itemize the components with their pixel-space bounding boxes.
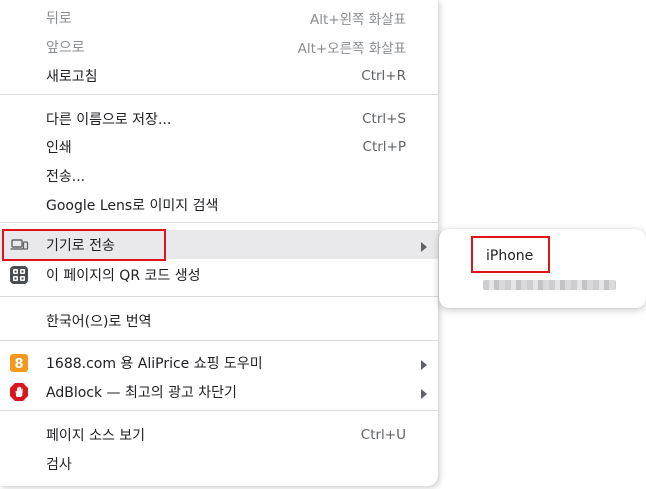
menu-item-label: 앞으로 <box>46 39 85 56</box>
menu-item-view-source[interactable]: 페이지 소스 보기 Ctrl+U <box>0 420 438 449</box>
menu-item-label: 1688.com 용 AliPrice 쇼핑 도우미 <box>46 355 263 372</box>
menu-item-reload[interactable]: 새로고침 Ctrl+R <box>0 61 438 90</box>
menu-item-adblock[interactable]: AdBlock — 최고의 광고 차단기 <box>0 377 438 406</box>
devices-icon <box>9 235 29 255</box>
menu-item-forward[interactable]: 앞으로 Alt+오른쪽 화살표 <box>0 32 438 61</box>
menu-item-label: 한국어(으)로 번역 <box>46 313 152 330</box>
menu-item-label: 새로고침 <box>46 68 98 85</box>
page: 뒤로 Alt+왼쪽 화살표 앞으로 Alt+오른쪽 화살표 새로고침 Ctrl+… <box>0 0 646 489</box>
menu-item-back[interactable]: 뒤로 Alt+왼쪽 화살표 <box>0 3 438 32</box>
menu-item-print[interactable]: 인쇄 Ctrl+P <box>0 132 438 161</box>
menu-item-shortcut: Ctrl+S <box>362 110 406 127</box>
menu-item-save-as[interactable]: 다른 이름으로 저장... Ctrl+S <box>0 104 438 133</box>
menu-item-aliprice[interactable]: 8 1688.com 용 AliPrice 쇼핑 도우미 <box>0 348 438 377</box>
context-menu: 뒤로 Alt+왼쪽 화살표 앞으로 Alt+오른쪽 화살표 새로고침 Ctrl+… <box>0 0 438 486</box>
menu-item-label: 뒤로 <box>46 10 72 27</box>
menu-item-shortcut: Alt+오른쪽 화살표 <box>297 40 406 57</box>
menu-item-label: Google Lens로 이미지 검색 <box>46 197 219 214</box>
menu-separator <box>0 410 438 411</box>
devices-submenu: iPhone <box>439 229 646 308</box>
submenu-arrow-icon <box>420 387 428 399</box>
aliprice-icon: 8 <box>9 353 29 373</box>
menu-item-label: 검사 <box>46 456 72 473</box>
menu-item-shortcut: Ctrl+P <box>362 138 406 155</box>
aliprice-icon-text: 8 <box>14 357 23 372</box>
qr-code-icon <box>9 265 29 285</box>
menu-item-label: 전송... <box>46 168 86 185</box>
menu-separator <box>0 222 438 223</box>
menu-item-label: 페이지 소스 보기 <box>46 427 146 444</box>
menu-item-shortcut: Alt+왼쪽 화살표 <box>310 11 406 28</box>
menu-item-send-to-devices[interactable]: 기기로 전송 <box>0 230 438 259</box>
menu-item-inspect[interactable]: 검사 <box>0 449 438 478</box>
menu-item-qr-code[interactable]: 이 페이지의 QR 코드 생성 <box>0 260 438 289</box>
menu-item-shortcut: Ctrl+R <box>361 67 406 84</box>
submenu-arrow-icon <box>420 358 428 370</box>
menu-separator <box>0 94 438 95</box>
adblock-icon <box>9 382 29 402</box>
submenu-arrow-icon <box>420 240 428 252</box>
redacted-device-text <box>483 280 616 290</box>
menu-item-label: 다른 이름으로 저장... <box>46 111 172 128</box>
menu-item-google-lens[interactable]: Google Lens로 이미지 검색 <box>0 190 438 219</box>
menu-separator <box>0 340 438 341</box>
menu-item-cast[interactable]: 전송... <box>0 161 438 190</box>
menu-item-shortcut: Ctrl+U <box>360 426 406 443</box>
menu-item-label: AdBlock — 최고의 광고 차단기 <box>46 384 237 401</box>
menu-separator <box>0 296 438 297</box>
menu-item-label: 인쇄 <box>46 139 72 156</box>
device-name-label: iPhone <box>486 248 534 264</box>
menu-item-label: 이 페이지의 QR 코드 생성 <box>46 267 201 284</box>
menu-item-translate[interactable]: 한국어(으)로 번역 <box>0 306 438 335</box>
submenu-item-device[interactable]: iPhone <box>439 242 646 270</box>
menu-item-label: 기기로 전송 <box>46 237 115 254</box>
